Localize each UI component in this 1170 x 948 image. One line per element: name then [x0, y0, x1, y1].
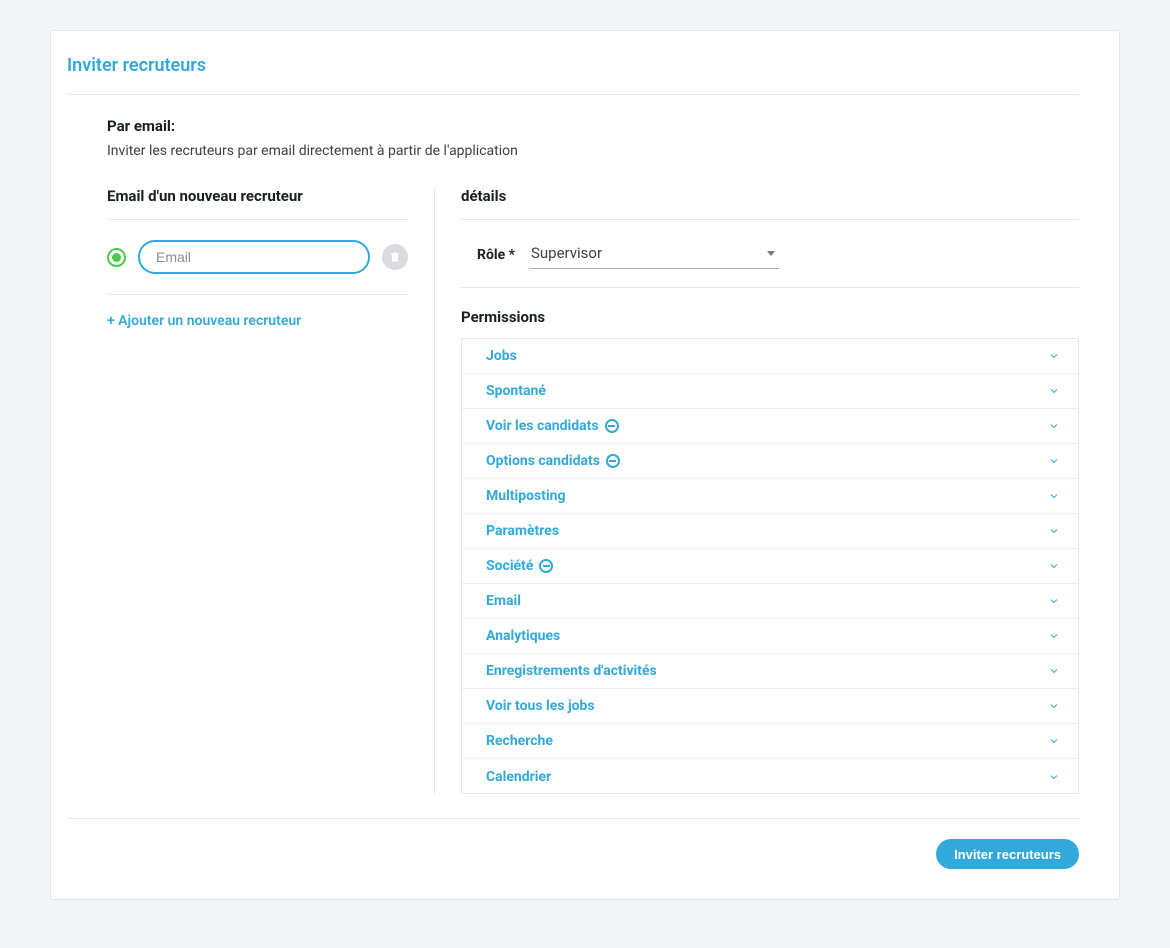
- intro-desc: Inviter les recruteurs par email directe…: [107, 143, 1079, 159]
- permission-item[interactable]: Voir les candidats: [462, 409, 1078, 444]
- permission-label: Société: [486, 558, 553, 574]
- permission-label: Email: [486, 593, 521, 609]
- permission-item[interactable]: Email: [462, 584, 1078, 619]
- permissions-heading: Permissions: [461, 308, 1079, 326]
- role-value: Supervisor: [531, 244, 602, 262]
- permission-label: Options candidats: [486, 453, 620, 469]
- permissions-list[interactable]: Jobs Spontané Voir les candidats Options ca…: [462, 339, 1078, 793]
- chevron-down-icon: [1048, 420, 1060, 432]
- permission-label: Enregistrements d'activités: [486, 663, 657, 679]
- chevron-down-icon: [1048, 560, 1060, 572]
- details-heading: détails: [461, 187, 1079, 220]
- chevron-down-icon: [1048, 771, 1060, 783]
- permission-label: Voir tous les jobs: [486, 698, 595, 714]
- chevron-down-icon: [1048, 595, 1060, 607]
- permission-item[interactable]: Jobs: [462, 339, 1078, 374]
- permissions-panel: Jobs Spontané Voir les candidats Options ca…: [461, 338, 1079, 794]
- permission-label: Analytiques: [486, 628, 560, 644]
- chevron-down-icon: [1048, 735, 1060, 747]
- permission-item[interactable]: Analytiques: [462, 619, 1078, 654]
- add-recruiter-link[interactable]: + Ajouter un nouveau recruteur: [107, 313, 408, 329]
- permission-item[interactable]: Multiposting: [462, 479, 1078, 514]
- chevron-down-icon: [1048, 630, 1060, 642]
- trash-icon: [388, 250, 402, 264]
- delete-email-button[interactable]: [382, 244, 408, 270]
- role-label: Rôle *: [477, 247, 515, 263]
- caret-down-icon: [767, 251, 775, 256]
- chevron-down-icon: [1048, 385, 1060, 397]
- chevron-down-icon: [1048, 350, 1060, 362]
- circle-minus-icon: [605, 419, 619, 433]
- permission-item[interactable]: Voir tous les jobs: [462, 689, 1078, 724]
- permission-label: Jobs: [486, 348, 517, 364]
- selected-indicator-icon: [107, 248, 126, 267]
- circle-minus-icon: [606, 454, 620, 468]
- permission-item[interactable]: Recherche: [462, 724, 1078, 759]
- intro-label: Par email:: [107, 117, 1079, 135]
- permission-label: Voir les candidats: [486, 418, 619, 434]
- permission-label: Multiposting: [486, 488, 566, 504]
- permission-item[interactable]: Paramètres: [462, 514, 1078, 549]
- permission-label: Paramètres: [486, 523, 559, 539]
- permission-label: Calendrier: [486, 769, 551, 785]
- circle-minus-icon: [539, 559, 553, 573]
- permission-label: Spontané: [486, 383, 546, 399]
- role-select[interactable]: Supervisor: [529, 240, 779, 269]
- permission-item[interactable]: Enregistrements d'activités: [462, 654, 1078, 689]
- permission-item[interactable]: Calendrier: [462, 759, 1078, 793]
- intro-block: Par email: Inviter les recruteurs par em…: [67, 117, 1079, 159]
- invite-recruiters-button[interactable]: Inviter recruteurs: [936, 839, 1079, 869]
- email-row: [107, 240, 408, 295]
- new-recruiter-heading: Email d'un nouveau recruteur: [107, 187, 408, 220]
- chevron-down-icon: [1048, 455, 1060, 467]
- permission-item[interactable]: Spontané: [462, 374, 1078, 409]
- page-title: Inviter recruteurs: [67, 55, 1079, 94]
- permission-item[interactable]: Options candidats: [462, 444, 1078, 479]
- chevron-down-icon: [1048, 665, 1060, 677]
- chevron-down-icon: [1048, 525, 1060, 537]
- chevron-down-icon: [1048, 490, 1060, 502]
- chevron-down-icon: [1048, 700, 1060, 712]
- permission-item[interactable]: Société: [462, 549, 1078, 584]
- permission-label: Recherche: [486, 733, 553, 749]
- email-input[interactable]: [138, 240, 370, 274]
